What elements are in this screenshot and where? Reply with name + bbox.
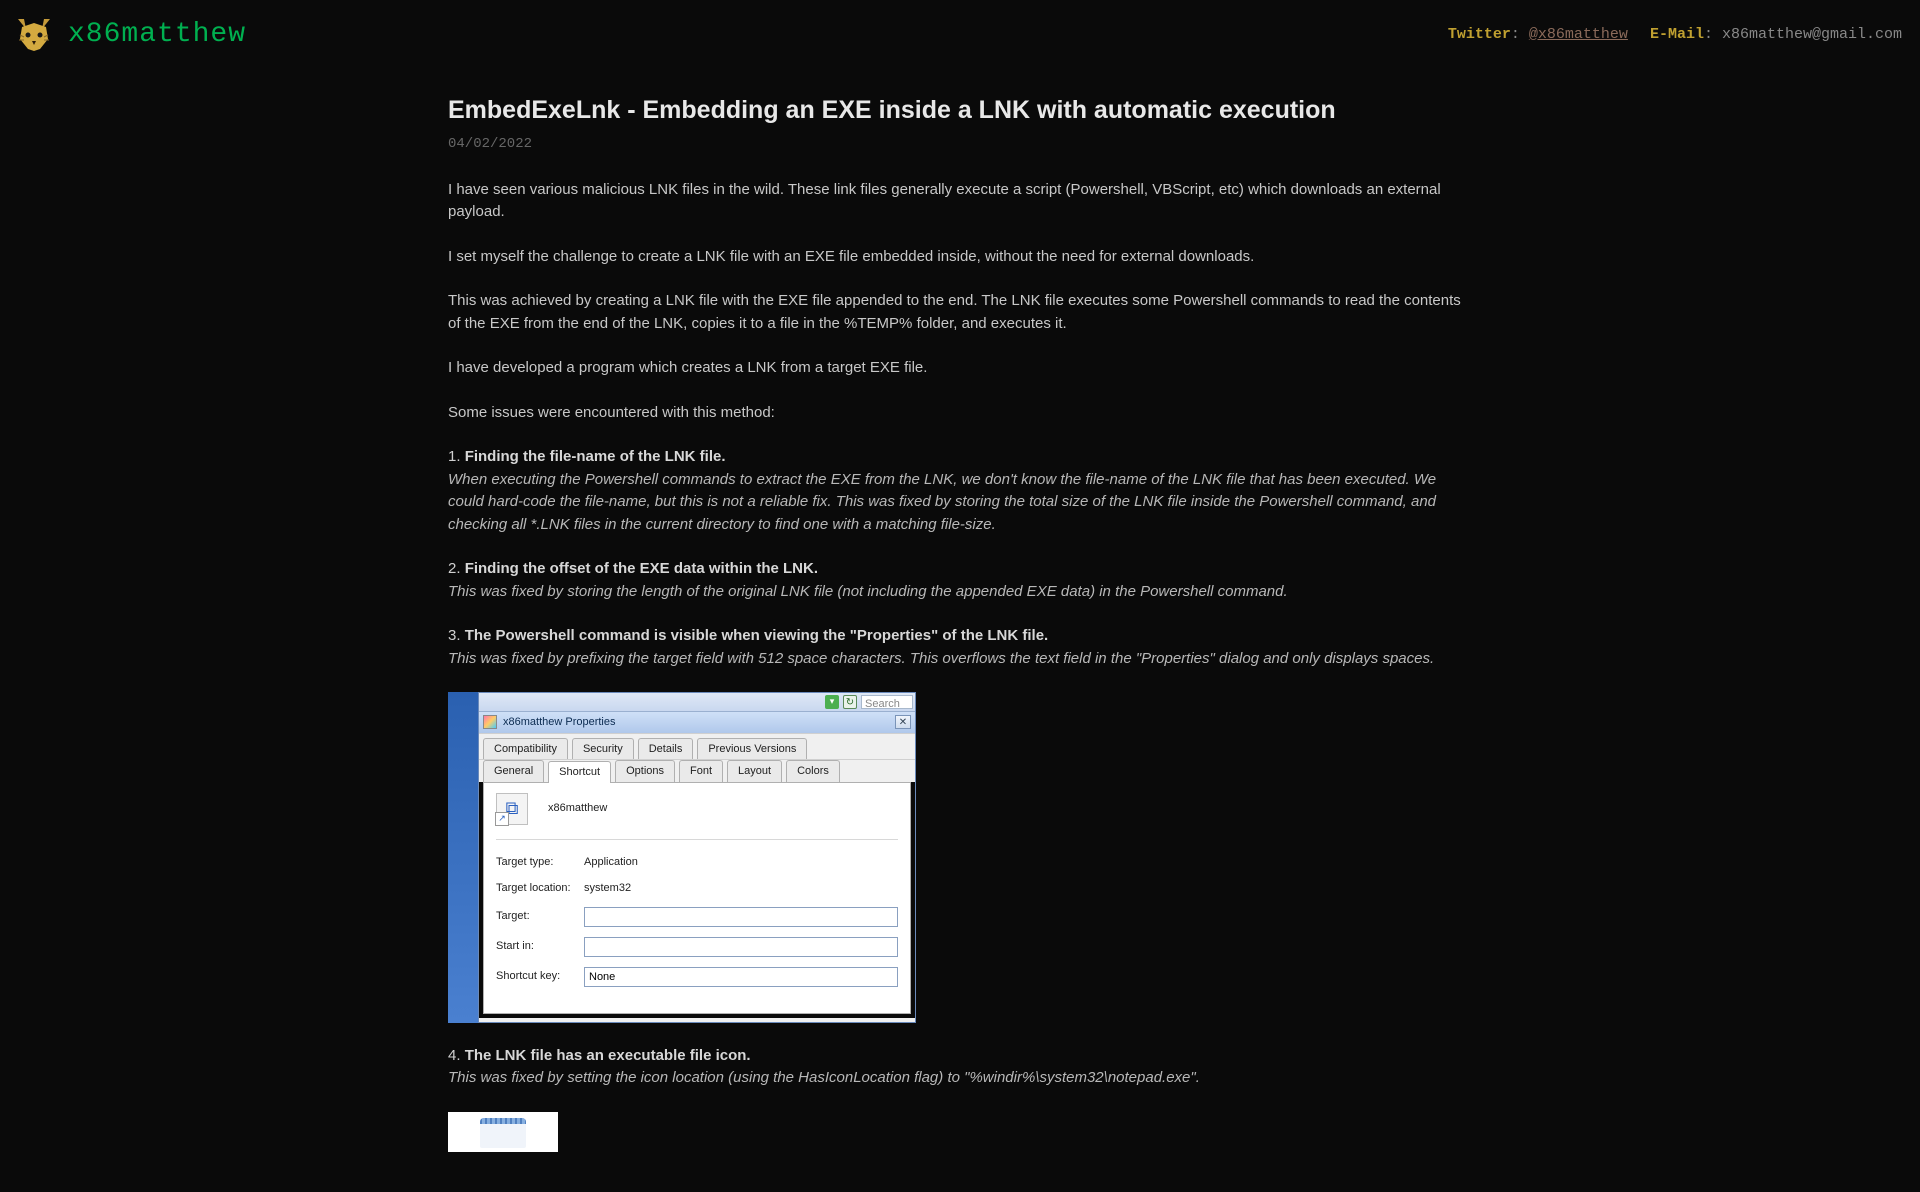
target-location-row: Target location: system32 <box>496 880 898 897</box>
article-title: EmbedExeLnk - Embedding an EXE inside a … <box>448 92 1472 130</box>
target-field <box>584 907 898 927</box>
shortcut-name: x86matthew <box>548 800 607 817</box>
target-type-row: Target type: Application <box>496 854 898 871</box>
issue-desc: When executing the Powershell commands t… <box>448 471 1436 533</box>
properties-screenshot: ▾ ↻ Search F x86matthew Properties ✕ Com… <box>448 692 916 1023</box>
shortcutkey-field <box>584 967 898 987</box>
forward-icon: ▾ <box>825 695 839 709</box>
target-location-value: system32 <box>584 880 898 897</box>
shortcut-name-row: ⧉ x86matthew <box>496 793 898 840</box>
paragraph: Some issues were encountered with this m… <box>448 402 1472 425</box>
startin-label: Start in: <box>496 938 584 955</box>
tabs-row-2: General Shortcut Options Font Layout Col… <box>479 759 915 782</box>
tab-security: Security <box>572 738 634 760</box>
email-value: x86matthew@gmail.com <box>1722 26 1902 43</box>
issue-4: 4. The LNK file has an executable file i… <box>448 1045 1472 1090</box>
dialog-footer <box>479 1018 915 1022</box>
contact-links: Twitter: @x86matthew E-Mail: x86matthew@… <box>1448 24 1902 47</box>
issue-1: 1. Finding the file-name of the LNK file… <box>448 446 1472 536</box>
brand-name: x86matthew <box>68 14 246 56</box>
paragraph: This was achieved by creating a LNK file… <box>448 290 1472 335</box>
startin-field <box>584 937 898 957</box>
target-location-label: Target location: <box>496 880 584 897</box>
tab-layout: Layout <box>727 760 782 782</box>
issue-desc: This was fixed by storing the length of … <box>448 583 1288 600</box>
properties-window: ▾ ↻ Search F x86matthew Properties ✕ Com… <box>478 692 916 1023</box>
paragraph: I have seen various malicious LNK files … <box>448 179 1472 224</box>
issue-num: 3. <box>448 627 461 644</box>
explorer-search: Search F <box>861 695 913 709</box>
issue-desc: This was fixed by prefixing the target f… <box>448 650 1434 667</box>
tab-shortcut: Shortcut <box>548 761 611 783</box>
refresh-icon: ↻ <box>843 695 857 709</box>
issue-title: The LNK file has an executable file icon… <box>465 1047 751 1064</box>
twitter-block: Twitter: @x86matthew <box>1448 24 1628 47</box>
tab-colors: Colors <box>786 760 840 782</box>
close-icon: ✕ <box>895 715 911 729</box>
dialog-titlebar: x86matthew Properties ✕ <box>479 711 915 733</box>
issue-num: 4. <box>448 1047 461 1064</box>
issue-title: Finding the file-name of the LNK file. <box>465 448 726 465</box>
article-date: 04/02/2022 <box>448 134 1472 155</box>
issue-2: 2. Finding the offset of the EXE data wi… <box>448 558 1472 603</box>
paragraph: I set myself the challenge to create a L… <box>448 246 1472 269</box>
brand[interactable]: x86matthew <box>14 14 246 56</box>
tab-compatibility: Compatibility <box>483 738 568 760</box>
tab-general: General <box>483 760 544 782</box>
notepad-icon <box>480 1118 526 1148</box>
explorer-toolbar: ▾ ↻ Search F <box>479 693 915 711</box>
dialog-title: x86matthew Properties <box>503 714 895 731</box>
shortcut-icon: ⧉ <box>496 793 528 825</box>
tab-font: Font <box>679 760 723 782</box>
issue-desc: This was fixed by setting the icon locat… <box>448 1069 1200 1086</box>
shortcutkey-label: Shortcut key: <box>496 968 584 985</box>
twitter-link[interactable]: @x86matthew <box>1529 26 1628 43</box>
twitter-label: Twitter <box>1448 26 1511 43</box>
tab-previous-versions: Previous Versions <box>697 738 807 760</box>
shortcutkey-row: Shortcut key: <box>496 967 898 987</box>
startin-row: Start in: <box>496 937 898 957</box>
notepad-icon-screenshot <box>448 1112 558 1152</box>
email-block: E-Mail: x86matthew@gmail.com <box>1650 24 1902 47</box>
issue-num: 2. <box>448 560 461 577</box>
tab-options: Options <box>615 760 675 782</box>
issue-title: The Powershell command is visible when v… <box>465 627 1049 644</box>
paragraph: I have developed a program which creates… <box>448 357 1472 380</box>
article: EmbedExeLnk - Embedding an EXE inside a … <box>448 70 1472 1192</box>
issue-3: 3. The Powershell command is visible whe… <box>448 625 1472 670</box>
explorer-background-strip <box>448 692 478 1023</box>
target-type-value: Application <box>584 854 898 871</box>
wolf-icon <box>14 15 54 55</box>
target-label: Target: <box>496 908 584 925</box>
shortcut-panel: ⧉ x86matthew Target type: Application Ta… <box>483 782 911 1014</box>
window-icon <box>483 715 497 729</box>
issue-title: Finding the offset of the EXE data withi… <box>465 560 818 577</box>
email-label: E-Mail <box>1650 26 1704 43</box>
tab-details: Details <box>638 738 694 760</box>
page-header: x86matthew Twitter: @x86matthew E-Mail: … <box>0 0 1920 70</box>
tabs-row-1: Compatibility Security Details Previous … <box>479 733 915 760</box>
target-row: Target: <box>496 907 898 927</box>
target-type-label: Target type: <box>496 854 584 871</box>
issue-num: 1. <box>448 448 461 465</box>
